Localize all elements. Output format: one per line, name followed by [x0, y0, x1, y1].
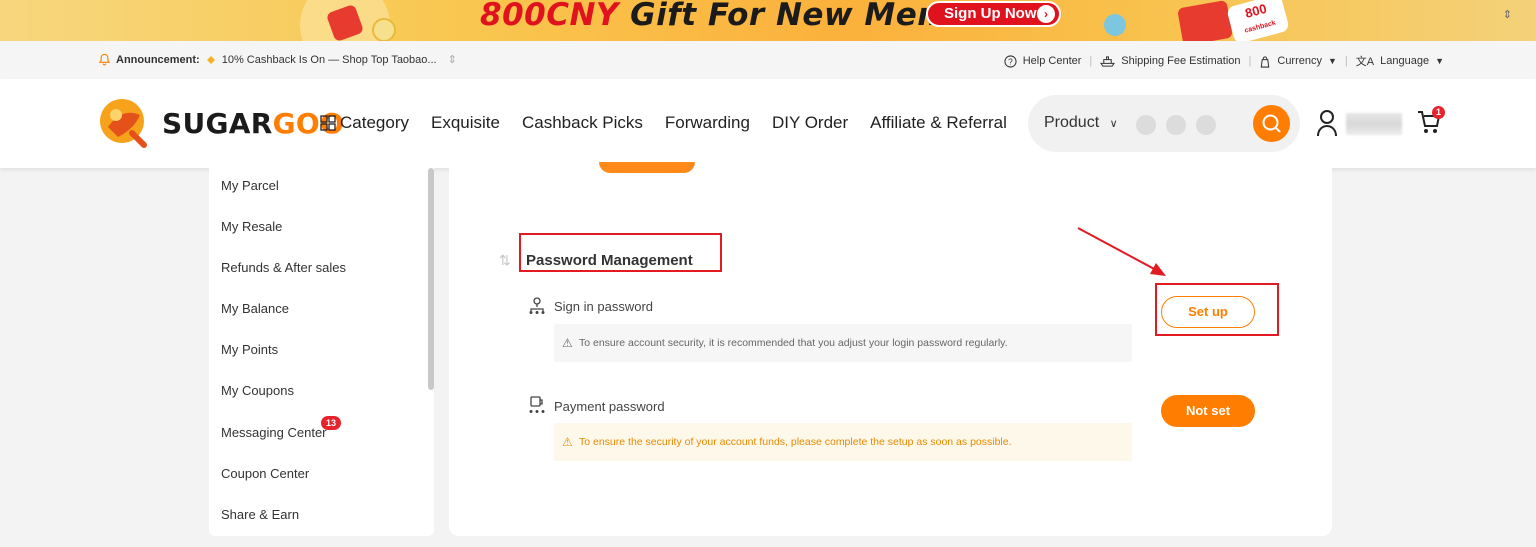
user-icon	[1317, 110, 1337, 137]
sidebar-item-my-coupons[interactable]: My Coupons	[221, 383, 294, 398]
sticker-sub: cashback	[1243, 19, 1277, 35]
currency-select[interactable]: Currency	[1277, 55, 1322, 67]
announcement[interactable]: Announcement: 10% Cashback Is On — Shop …	[98, 53, 457, 66]
ticket-icon	[206, 55, 215, 64]
not-set-button[interactable]: Not set	[1161, 395, 1255, 427]
nav-diy-order[interactable]: DIY Order	[772, 113, 848, 133]
security-panel: ⇅ Password Management Sign in password ⚠…	[449, 162, 1332, 536]
taobao-platform-icon[interactable]	[1136, 115, 1156, 135]
partial-orange-button[interactable]	[599, 162, 695, 173]
logo-text: SUGARGOO	[162, 107, 344, 140]
search-button[interactable]	[1253, 105, 1290, 142]
search-type-label: Product	[1044, 114, 1100, 131]
user-account[interactable]	[1316, 109, 1338, 142]
sidebar-item-coupon-center[interactable]: Coupon Center	[221, 466, 309, 481]
sidebar-item-my-points[interactable]: My Points	[221, 342, 278, 357]
sign-up-now-button[interactable]: Sign Up Now ›	[926, 1, 1061, 27]
ship-icon	[1100, 55, 1116, 67]
announcement-bar: Announcement: 10% Cashback Is On — Shop …	[0, 41, 1536, 79]
sidebar-scrollbar[interactable]	[428, 168, 434, 390]
logo-text-sugar: SUGAR	[162, 106, 273, 140]
divider: |	[1248, 55, 1252, 67]
promo-amount: 800CNY	[480, 0, 619, 33]
grid-icon	[320, 115, 336, 131]
announcement-text: 10% Cashback Is On — Shop Top Taobao...	[221, 53, 437, 66]
sugargoo-logo[interactable]: SUGARGOO	[98, 97, 344, 149]
sidebar-item-my-balance[interactable]: My Balance	[221, 301, 289, 316]
language-select[interactable]: Language	[1380, 55, 1429, 67]
promo-banner[interactable]: 800 cashback 800CNY Gift For New Member …	[0, 0, 1536, 41]
chevron-down-icon: ∨	[1109, 118, 1118, 130]
nav-category[interactable]: Category	[320, 113, 409, 133]
warning-icon: ⚠	[562, 435, 573, 449]
promo-gift-icon	[1177, 0, 1233, 41]
promo-sticker: 800 cashback	[1226, 0, 1290, 41]
warning-icon: ⚠	[562, 336, 573, 350]
divider: |	[1089, 55, 1093, 67]
payment-password-title: Payment password	[554, 399, 665, 414]
promo-decoration	[1104, 14, 1126, 36]
svg-text:?: ?	[1008, 56, 1013, 66]
divider: |	[1344, 55, 1348, 67]
top-links: ? Help Center | Shipping Fee Estimation …	[1004, 53, 1444, 69]
payment-notice: ⚠ To ensure the security of your account…	[554, 423, 1132, 461]
sticker-amount: 800	[1243, 0, 1269, 21]
sidebar-item-my-parcel[interactable]: My Parcel	[221, 178, 279, 193]
payment-notice-text: To ensure the security of your account f…	[579, 436, 1012, 448]
cart-count-badge: 1	[1432, 106, 1445, 119]
account-sidebar: My Parcel My Resale Refunds & After sale…	[209, 168, 434, 536]
sign-up-label: Sign Up Now	[944, 5, 1037, 22]
wallet-icon	[529, 396, 545, 413]
promo-coin	[372, 18, 396, 41]
weidian-platform-icon[interactable]	[1196, 115, 1216, 135]
chevron-right-icon: ›	[1037, 5, 1055, 23]
bell-icon	[98, 53, 111, 66]
settings-sliders-icon: ⇅	[499, 252, 511, 268]
nav-exquisite[interactable]: Exquisite	[431, 113, 500, 133]
sign-in-notice-text: To ensure account security, it is recomm…	[579, 337, 1008, 349]
shipping-fee-link[interactable]: Shipping Fee Estimation	[1121, 55, 1240, 67]
cart-button[interactable]: 1	[1416, 106, 1445, 140]
announcement-label: Announcement:	[116, 53, 200, 66]
annotation-box-setup	[1155, 283, 1279, 336]
messaging-count-badge: 13	[321, 416, 341, 430]
search-icon	[1262, 114, 1281, 133]
collapse-icon[interactable]: ⇕	[1503, 8, 1512, 21]
sidebar-item-messaging-center[interactable]: Messaging Center	[221, 425, 327, 440]
search-type-select[interactable]: Product ∨	[1044, 114, 1118, 132]
sign-in-password-title: Sign in password	[554, 299, 653, 314]
nav-cashback-picks[interactable]: Cashback Picks	[522, 113, 643, 133]
chevron-down-icon: ▼	[1328, 56, 1337, 66]
translate-icon: 文A	[1355, 56, 1375, 68]
nav-affiliate-referral[interactable]: Affiliate & Referral	[870, 113, 1007, 133]
sign-in-notice: ⚠ To ensure account security, it is reco…	[554, 324, 1132, 362]
nav-category-label: Category	[340, 113, 409, 132]
help-center-link[interactable]: Help Center	[1023, 55, 1082, 67]
sidebar-item-share-earn[interactable]: Share & Earn	[221, 507, 299, 522]
help-icon: ?	[1004, 54, 1017, 68]
1688-platform-icon[interactable]	[1166, 115, 1186, 135]
sidebar-item-my-resale[interactable]: My Resale	[221, 219, 282, 234]
sidebar-item-refunds[interactable]: Refunds & After sales	[221, 260, 346, 275]
nav-forwarding[interactable]: Forwarding	[665, 113, 750, 133]
currency-bag-icon	[1261, 55, 1270, 68]
username-blurred[interactable]	[1346, 113, 1402, 135]
logo-mark-icon	[100, 99, 147, 148]
sitemap-icon	[529, 297, 545, 314]
scroll-toggle-icon[interactable]: ⇕	[448, 53, 457, 66]
chevron-down-icon: ▼	[1435, 56, 1444, 66]
main-header: SUGARGOO Category Exquisite Cashback Pic…	[0, 79, 1536, 168]
main-nav: Category Exquisite Cashback Picks Forwar…	[320, 113, 1040, 133]
search-bar[interactable]: Product ∨	[1028, 95, 1300, 152]
annotation-box-title	[519, 233, 722, 272]
